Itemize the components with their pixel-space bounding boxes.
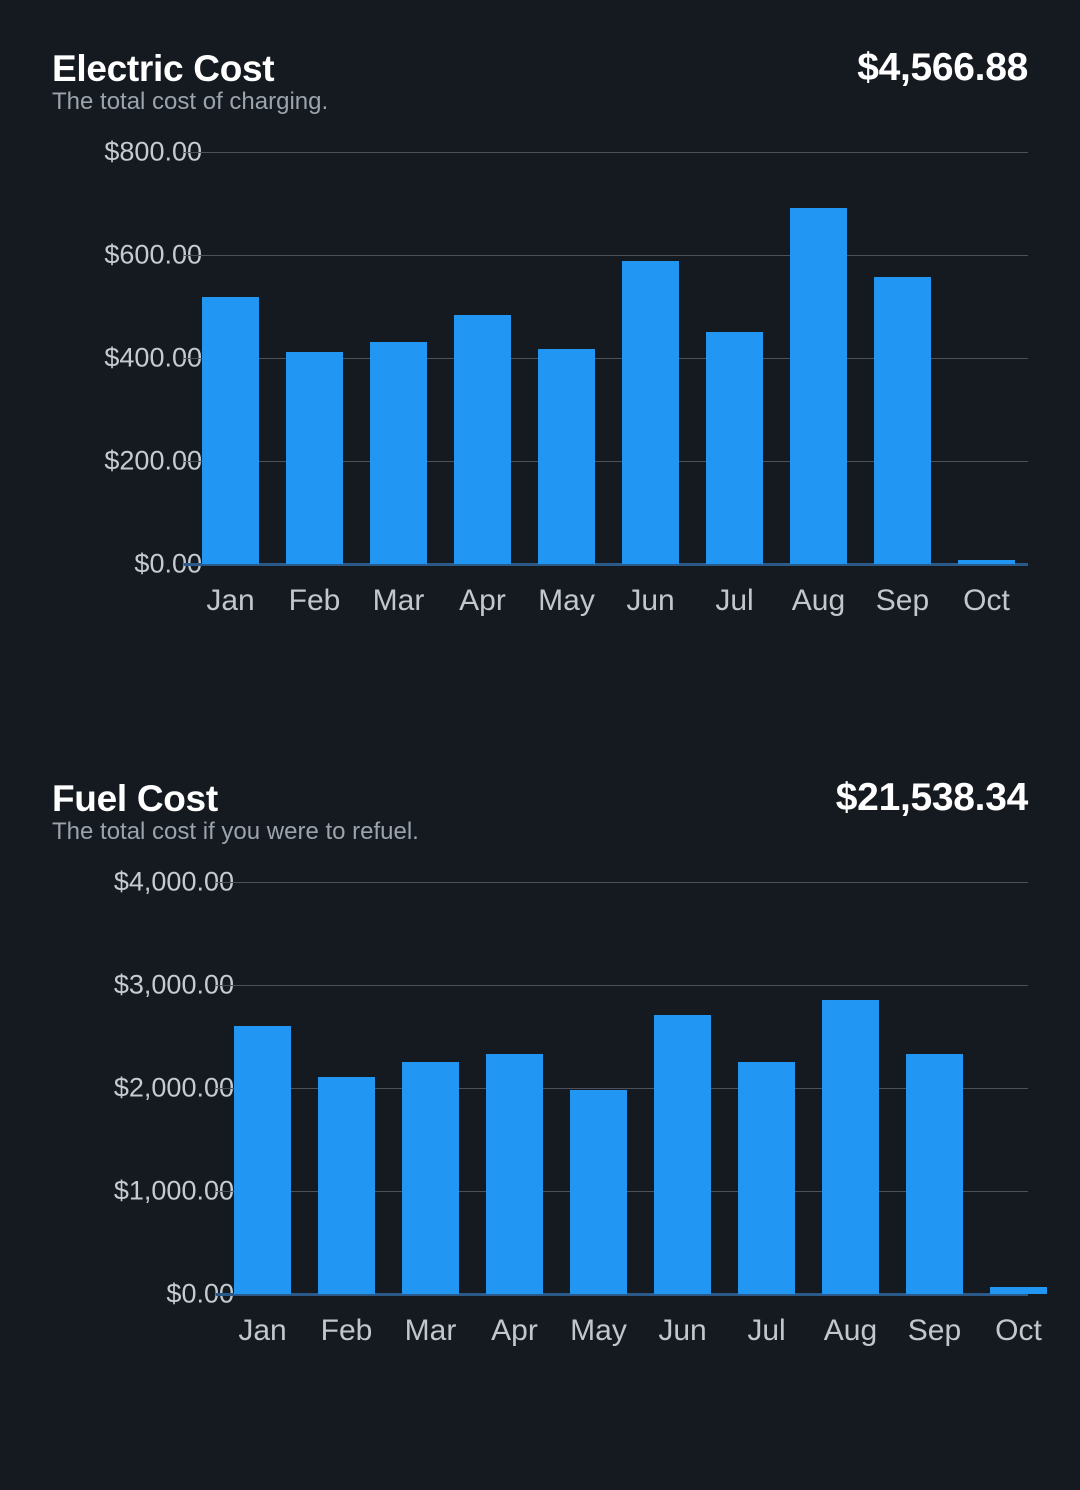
bar-apr[interactable] — [486, 1053, 543, 1294]
bar-jul[interactable] — [738, 1062, 795, 1294]
electric-cost-header: Electric Cost $4,566.88 — [52, 0, 1028, 87]
fuel-cost-header: Fuel Cost $21,538.34 — [52, 730, 1028, 817]
page-title: Electric Cost — [52, 48, 275, 89]
stats-page: Electric Cost $4,566.88 The total cost o… — [0, 0, 1080, 1490]
bar-oct[interactable] — [990, 1287, 1047, 1294]
x-axis-tick-label: Sep — [907, 1314, 962, 1347]
x-axis-tick-label: Jun — [626, 584, 675, 617]
x-axis-tick-label: May — [538, 584, 595, 617]
bar-apr[interactable] — [454, 315, 511, 564]
electric-cost-total: $4,566.88 — [857, 46, 1028, 89]
x-axis-tick-label: Jul — [747, 1314, 786, 1347]
x-axis-tick-label: Mar — [404, 1314, 457, 1347]
bar-jul[interactable] — [706, 332, 763, 564]
bar-mar[interactable] — [402, 1062, 459, 1294]
fuel-cost-title: Fuel Cost — [52, 778, 218, 819]
fuel-cost-chart[interactable]: $0.00 $1,000.00 $2,000.00 $3,000.00 $4,000.0… — [52, 868, 1047, 1382]
x-axis-tick-label: Jul — [715, 584, 754, 617]
electric-cost-card: Electric Cost $4,566.88 The total cost o… — [0, 0, 1080, 740]
x-axis-tick-label: May — [570, 1314, 627, 1347]
bar-may[interactable] — [538, 348, 595, 564]
fuel-cost-total: $21,538.34 — [835, 776, 1029, 819]
bar-oct[interactable] — [958, 559, 1015, 564]
x-axis-tick-label: Oct — [995, 1314, 1042, 1347]
bar-jun[interactable] — [654, 1014, 711, 1294]
bar-aug[interactable] — [822, 999, 879, 1294]
x-axis-tick-label: Sep — [875, 584, 930, 617]
x-axis-tick-label: Oct — [963, 584, 1010, 617]
bar-may[interactable] — [570, 1090, 627, 1294]
x-axis-tick-label: Jan — [238, 1314, 287, 1347]
x-axis-tick-label: Feb — [288, 584, 341, 617]
bar-feb[interactable] — [286, 351, 343, 564]
fuel-cost-subtitle: The total cost if you were to refuel. — [52, 818, 419, 845]
electric-chart-plot-area — [184, 152, 1028, 568]
bar-jan[interactable] — [202, 297, 259, 564]
fuel-chart-plot-area — [216, 882, 1047, 1298]
bar-jun[interactable] — [622, 261, 679, 564]
x-axis-tick-label: Aug — [823, 1314, 878, 1347]
x-axis-tick-label: Apr — [491, 1314, 538, 1347]
fuel-chart-y-axis: $0.00 $1,000.00 $2,000.00 $3,000.00 $4,000.0… — [52, 868, 234, 1382]
x-axis-tick-label: Aug — [791, 584, 846, 617]
bar-sep[interactable] — [906, 1053, 963, 1294]
x-axis-tick-label: Apr — [459, 584, 506, 617]
electric-cost-chart[interactable]: $0.00 $200.00 $400.00 $600.00 $800.00 Jan Feb… — [52, 138, 1028, 652]
fuel-cost-card: Fuel Cost $21,538.34 The total cost if y… — [0, 730, 1080, 1490]
bar-sep[interactable] — [874, 277, 931, 564]
x-axis-tick-label: Jun — [658, 1314, 707, 1347]
x-axis-tick-label: Mar — [372, 584, 425, 617]
bar-series — [202, 152, 1028, 564]
electric-chart-y-axis: $0.00 $200.00 $400.00 $600.00 $800.00 — [52, 138, 202, 652]
electric-cost-subtitle: The total cost of charging. — [52, 88, 329, 115]
bar-series — [234, 882, 1047, 1294]
x-axis-tick-label: Feb — [320, 1314, 373, 1347]
bar-jan[interactable] — [234, 1026, 291, 1294]
bar-mar[interactable] — [370, 342, 427, 564]
x-axis-tick-label: Jan — [206, 584, 255, 617]
bar-feb[interactable] — [318, 1076, 375, 1294]
bar-aug[interactable] — [790, 208, 847, 564]
